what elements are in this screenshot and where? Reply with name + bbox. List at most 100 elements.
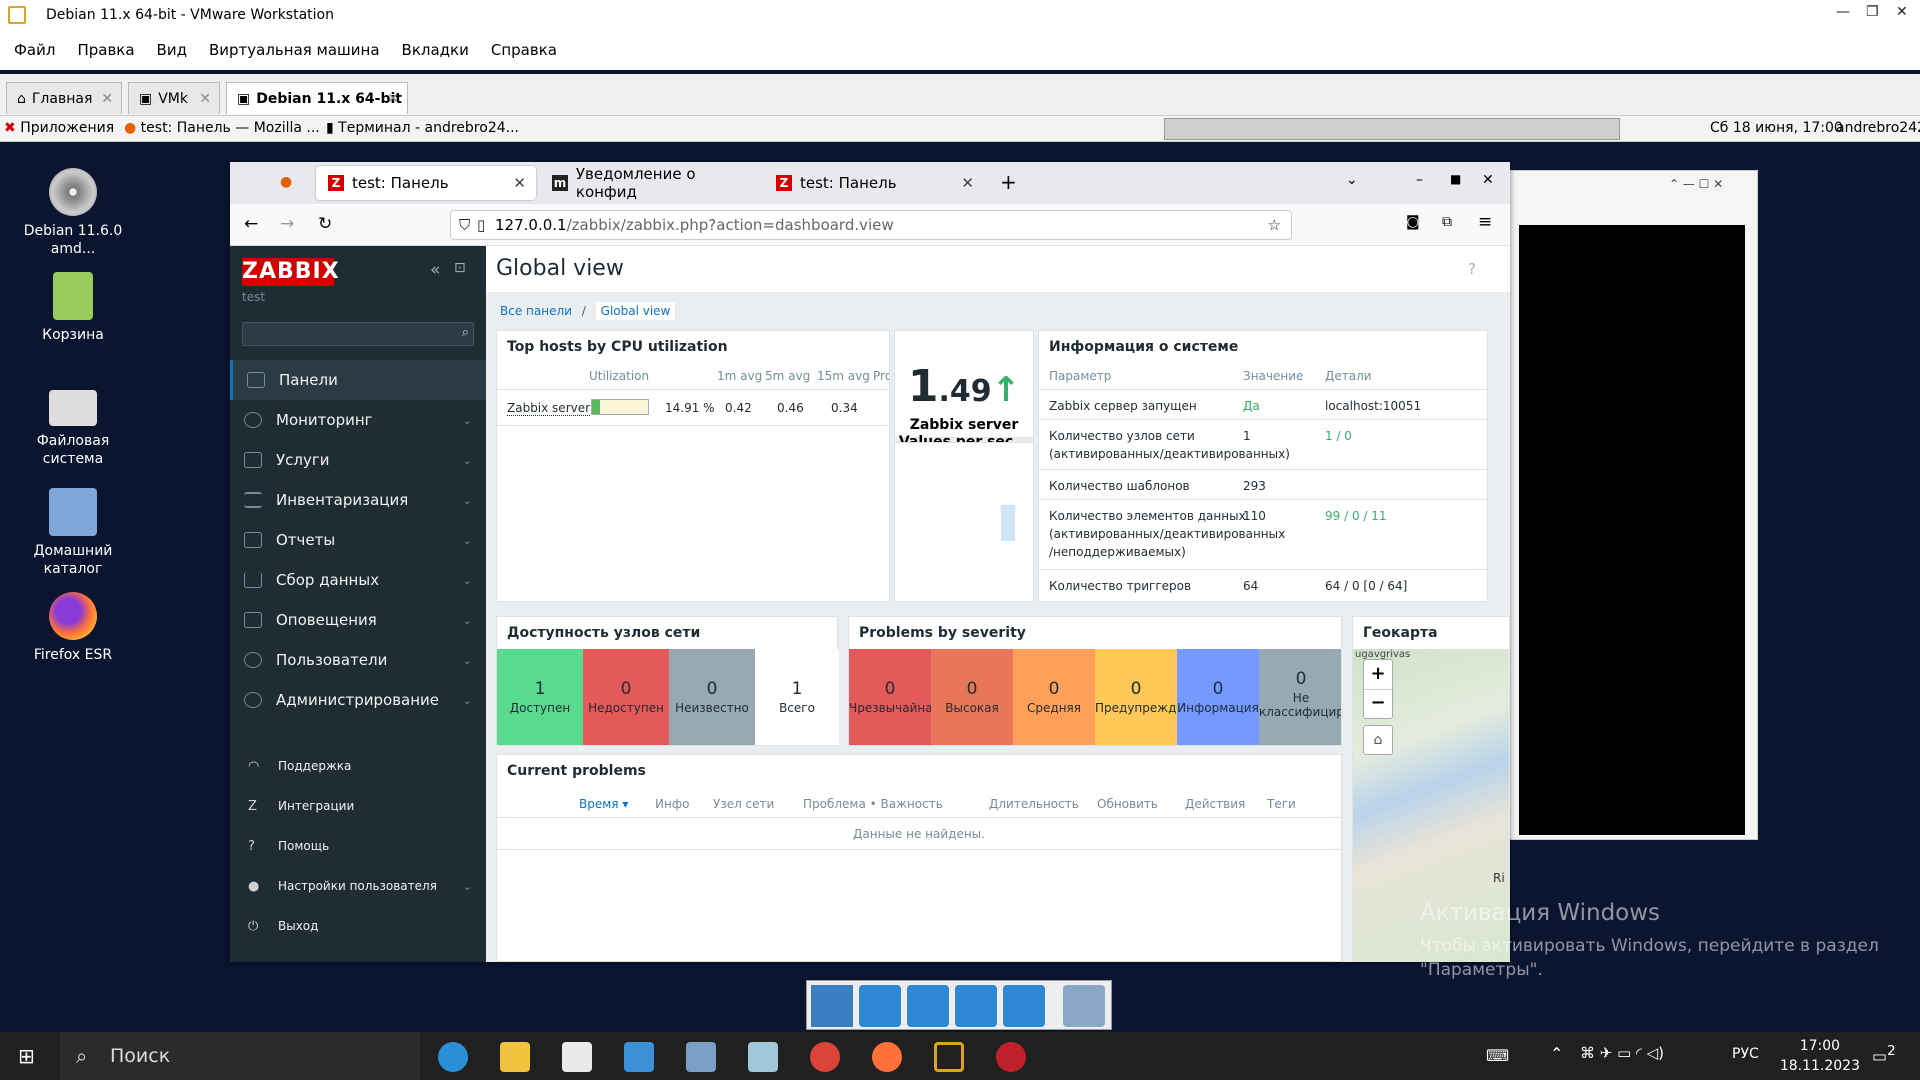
show-desktop-icon[interactable] <box>811 985 853 1027</box>
menu-hamburger-icon[interactable]: ≡ <box>1478 212 1492 232</box>
menu-user-settings[interactable]: ● Настройки пользователя ⌄ <box>230 866 486 906</box>
tray-icons[interactable]: ⌘ ✈ ▭ ◜ ◁) <box>1580 1044 1664 1062</box>
store-icon[interactable] <box>562 1042 592 1072</box>
menu-file[interactable]: Файл <box>14 41 55 59</box>
back-icon[interactable]: ← <box>244 214 258 234</box>
ff-tab-notice[interactable]: m Уведомление о конфид <box>540 165 760 201</box>
notification-icon[interactable]: ▭2 <box>1872 1044 1896 1065</box>
host-link[interactable]: Zabbix server <box>507 401 591 416</box>
menu-vm[interactable]: Виртуальная машина <box>209 41 380 59</box>
edge-icon[interactable] <box>438 1042 468 1072</box>
search-icon[interactable]: ⌕ <box>462 325 469 340</box>
severity-warning[interactable]: 0Предупреждение <box>1095 649 1177 745</box>
severity-disaster[interactable]: 0 Чрезвычайная <box>849 649 931 745</box>
availability-total[interactable]: 1 Всего <box>755 649 839 745</box>
minimize-icon[interactable]: — <box>1836 4 1850 20</box>
extensions-icon[interactable]: ⧉ <box>1442 214 1452 230</box>
close-icon[interactable]: ✕ <box>961 174 974 192</box>
close-icon[interactable]: ✕ <box>199 91 211 107</box>
window-controls[interactable]: ⌃ — ☐ ✕ <box>1669 177 1723 191</box>
severity-information[interactable]: 0 Информация <box>1177 649 1259 745</box>
taskbar-clock[interactable]: 17:00 18.11.2023 <box>1780 1036 1860 1076</box>
desktop-icon-filesystem[interactable]: Файловая система <box>18 382 128 468</box>
task-firefox[interactable]: ● test: Панель — Mozilla ... <box>124 120 320 136</box>
new-tab-button[interactable]: + <box>1000 170 1017 194</box>
menu-monitoring[interactable]: Мониторинг ⌄ <box>230 400 486 440</box>
severity-not-classified[interactable]: 0Не классифицировано <box>1259 649 1341 745</box>
menu-signout[interactable]: ⏻ Выход <box>230 906 486 946</box>
menu-view[interactable]: Вид <box>157 41 187 59</box>
menu-services[interactable]: Услуги ⌄ <box>230 440 486 480</box>
desktop-icon-firefox[interactable]: Firefox ESR <box>18 592 128 664</box>
availability-unknown[interactable]: 0 Неизвестно <box>669 649 755 745</box>
severity-average[interactable]: 0 Средняя <box>1013 649 1095 745</box>
terminal-screen[interactable] <box>1519 225 1745 835</box>
availability-unavailable[interactable]: 0 Недоступен <box>583 649 669 745</box>
ff-tab-panel[interactable]: Ztest: Панель ✕ <box>316 166 536 200</box>
mail-icon[interactable] <box>624 1042 654 1072</box>
chrome-icon[interactable] <box>810 1042 840 1072</box>
maximize-icon[interactable]: ■ <box>1450 172 1461 186</box>
settings-gear-icon[interactable] <box>859 985 901 1027</box>
folder-icon[interactable] <box>1063 985 1105 1027</box>
menu-edit[interactable]: Правка <box>77 41 134 59</box>
settings-gear-icon[interactable] <box>907 985 949 1027</box>
workspace-switcher[interactable] <box>1164 118 1620 140</box>
menu-users[interactable]: Пользователи ⌄ <box>230 640 486 680</box>
help-button[interactable]: ? <box>1468 260 1476 278</box>
panel-user[interactable]: andrebro242 <box>1836 120 1920 136</box>
network-app-icon[interactable] <box>686 1042 716 1072</box>
menu-support[interactable]: ◠ Поддержка <box>230 746 486 786</box>
vm-tab-home[interactable]: ⌂ Главная ✕ <box>6 82 122 114</box>
file-explorer-icon[interactable] <box>500 1042 530 1072</box>
cherry-app-icon[interactable] <box>996 1042 1026 1072</box>
close-icon[interactable]: ✕ <box>387 91 399 107</box>
keyboard-icon[interactable]: ⌨ <box>1486 1046 1509 1065</box>
tray-chevron-icon[interactable]: ⌃ <box>1550 1044 1563 1063</box>
sort-time[interactable]: Время ▾ <box>579 797 628 811</box>
firefox-view-icon[interactable]: ● <box>280 174 292 190</box>
desktop-icon-dvd[interactable]: Debian 11.6.0 amd... <box>18 168 128 258</box>
sidebar-search-input[interactable]: ⌕ <box>242 322 474 346</box>
forward-icon[interactable]: → <box>280 214 294 234</box>
vmware-icon[interactable] <box>934 1042 964 1072</box>
availability-available[interactable]: 1 Доступен <box>497 649 583 745</box>
desktop-icon-home[interactable]: Домашний каталог <box>18 488 128 578</box>
close-icon[interactable]: ✕ <box>513 174 526 192</box>
settings-gear-icon[interactable] <box>1003 985 1045 1027</box>
pocket-icon[interactable]: ◙ <box>1406 214 1420 230</box>
menu-tabs[interactable]: Вкладки <box>402 41 469 59</box>
menu-help[interactable]: Справка <box>491 41 557 59</box>
zoom-in-button[interactable]: + <box>1364 660 1392 690</box>
task-terminal[interactable]: ▮ Терминал - andrebro24... <box>326 120 519 136</box>
notepad-icon[interactable] <box>748 1042 778 1072</box>
zabbix-logo[interactable]: ZABBIX <box>242 258 339 286</box>
menu-reports[interactable]: Отчеты ⌄ <box>230 520 486 560</box>
desktop-icon-trash[interactable]: Корзина <box>18 272 128 344</box>
kiosk-mode-icon[interactable]: ⊡ <box>454 260 466 276</box>
menu-inventory[interactable]: Инвентаризация ⌄ <box>230 480 486 520</box>
vm-tab-debian[interactable]: ▣ Debian 11.x 64-bit ✕ <box>226 82 408 114</box>
menu-dashboards[interactable]: Панели <box>230 360 486 400</box>
vm-tab-vmk[interactable]: ▣ VMk ✕ <box>128 82 220 114</box>
reload-icon[interactable]: ↻ <box>318 214 332 234</box>
apps-menu[interactable]: ✖ Приложения <box>4 120 114 136</box>
terminal-window[interactable]: ⌃ — ☐ ✕ <box>1508 170 1758 840</box>
language-indicator[interactable]: РУС <box>1732 1046 1759 1062</box>
bookmark-star-icon[interactable]: ☆ <box>1268 211 1281 239</box>
firefox-icon[interactable] <box>872 1042 902 1072</box>
settings-gear-icon[interactable] <box>955 985 997 1027</box>
panel-datetime[interactable]: Сб 18 июня, 17:00 <box>1710 120 1843 136</box>
url-bar[interactable]: ⛉ ▯ 127.0.0.1/zabbix/zabbix.php?action=d… <box>450 210 1292 240</box>
close-icon[interactable]: ✕ <box>1896 4 1908 20</box>
list-tabs-icon[interactable]: ⌄ <box>1346 172 1358 188</box>
menu-alerts[interactable]: Оповещения ⌄ <box>230 600 486 640</box>
menu-data-collection[interactable]: Сбор данных ⌄ <box>230 560 486 600</box>
close-icon[interactable]: ✕ <box>1482 172 1494 188</box>
menu-administration[interactable]: Администрирование ⌄ <box>230 680 486 720</box>
minimize-icon[interactable]: – <box>1416 172 1423 188</box>
menu-help[interactable]: ? Помощь <box>230 826 486 866</box>
taskbar-search[interactable]: ⌕ Поиск <box>60 1032 420 1080</box>
ff-tab-panel-2[interactable]: Ztest: Панель ✕ <box>764 166 984 200</box>
zoom-out-button[interactable]: − <box>1364 690 1392 718</box>
